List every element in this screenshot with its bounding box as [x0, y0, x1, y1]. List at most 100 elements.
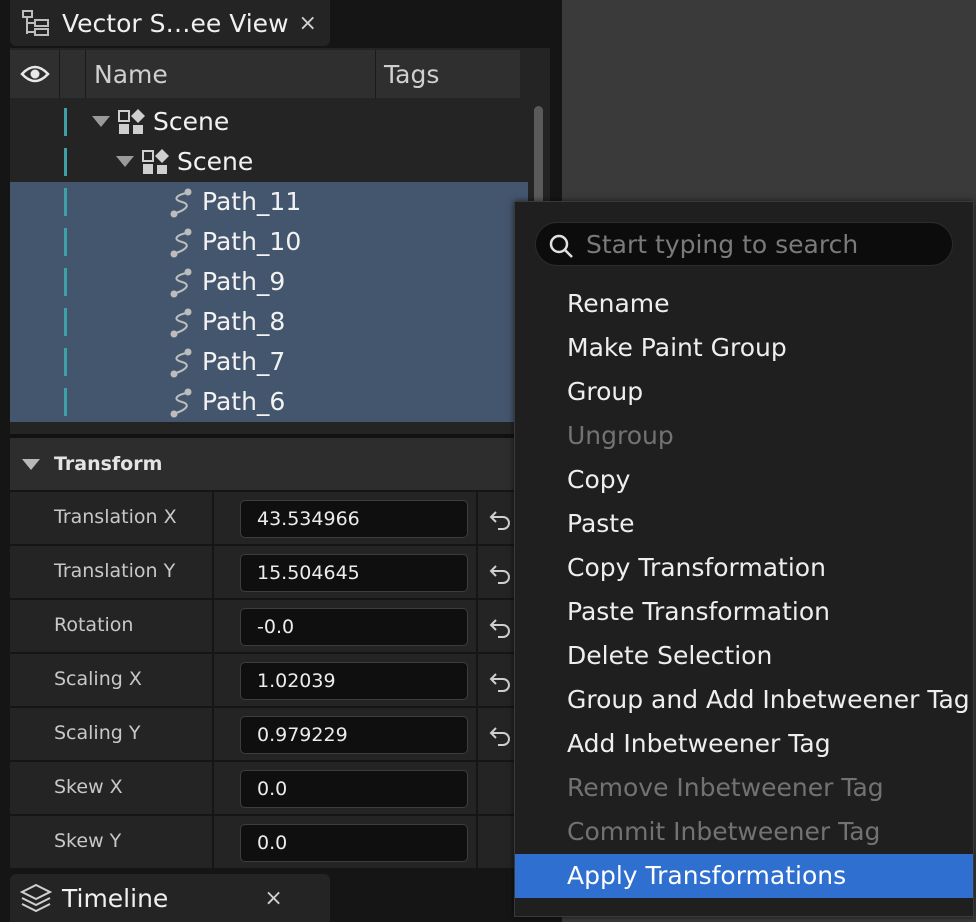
tree-row[interactable]: Path_10: [10, 222, 528, 262]
property-label: Skew X: [54, 776, 123, 798]
property-label: Translation Y: [54, 560, 176, 582]
indent-guide: [64, 228, 67, 256]
menu-item-group-and-add-inbetweener-tag[interactable]: Group and Add Inbetweener Tag: [515, 678, 973, 722]
expand-arrow-icon[interactable]: [92, 116, 110, 127]
tree-hierarchy-icon: [10, 0, 62, 46]
path-icon: [168, 268, 194, 302]
menu-item-make-paint-group[interactable]: Make Paint Group: [515, 326, 973, 370]
column-divider: [476, 654, 478, 706]
menu-item-copy[interactable]: Copy: [515, 458, 973, 502]
property-row: Skew X 0.0: [10, 762, 514, 814]
indent-guide: [64, 188, 67, 216]
menu-item-add-inbetweener-tag[interactable]: Add Inbetweener Tag: [515, 722, 973, 766]
tab-vector-scene-view[interactable]: Vector S…ee View ×: [10, 0, 330, 46]
tree-row-label: Path_10: [202, 227, 302, 256]
tree-row-label: Scene: [177, 147, 254, 176]
column-divider: [476, 600, 478, 652]
property-row: Translation X 43.534966: [10, 492, 514, 544]
tree-row-label: Scene: [153, 107, 230, 136]
tree-row-label: Path_8: [202, 307, 286, 336]
close-icon[interactable]: ×: [264, 886, 282, 911]
property-value-field[interactable]: 0.979229: [240, 716, 468, 754]
indent-guide: [64, 268, 67, 296]
tree-row[interactable]: Scene: [10, 102, 528, 142]
property-row: Translation Y 15.504645: [10, 546, 514, 598]
search-icon: [549, 234, 573, 258]
tree-row[interactable]: Path_9: [10, 262, 528, 302]
column-divider[interactable]: [212, 654, 214, 706]
column-divider[interactable]: [212, 600, 214, 652]
column-divider: [476, 546, 478, 598]
property-row: Rotation -0.0: [10, 600, 514, 652]
reset-to-default-icon[interactable]: [488, 614, 512, 638]
menu-item-remove-inbetweener-tag: Remove Inbetweener Tag: [567, 773, 884, 802]
expand-arrow-icon[interactable]: [116, 156, 134, 167]
property-label: Scaling X: [54, 668, 142, 690]
layers-icon: [10, 875, 62, 921]
tree-row[interactable]: Scene: [10, 142, 528, 182]
indent-guide: [64, 308, 67, 336]
column-spacer: [60, 50, 86, 98]
reset-to-default-icon[interactable]: [488, 668, 512, 692]
tree-row[interactable]: Path_6: [10, 382, 528, 422]
tree-row-label: Path_7: [202, 347, 286, 376]
indent-guide: [64, 348, 67, 376]
column-name[interactable]: Name: [86, 50, 376, 98]
scrollbar-thumb[interactable]: [534, 106, 543, 216]
property-row: Scaling X 1.02039: [10, 654, 514, 706]
menu-item-paste-transformation[interactable]: Paste Transformation: [515, 590, 973, 634]
close-icon[interactable]: ×: [299, 11, 317, 36]
tree-row[interactable]: Path_7: [10, 342, 528, 382]
search-input[interactable]: [586, 223, 946, 265]
tab-title: Timeline: [62, 883, 169, 913]
property-value-field[interactable]: 43.534966: [240, 500, 468, 538]
indent-guide: [64, 388, 67, 416]
property-label: Scaling Y: [54, 722, 141, 744]
property-value-field[interactable]: 15.504645: [240, 554, 468, 592]
indent-guide: [64, 148, 67, 176]
tree-row[interactable]: Path_11: [10, 182, 528, 222]
menu-item-paste[interactable]: Paste: [515, 502, 973, 546]
context-menu: RenameMake Paint GroupGroupUngroupCopyPa…: [514, 201, 974, 917]
property-value-field[interactable]: 0.0: [240, 770, 468, 808]
column-divider[interactable]: [212, 492, 214, 544]
column-divider[interactable]: [212, 708, 214, 760]
column-divider[interactable]: [212, 762, 214, 814]
indent-guide: [64, 108, 67, 136]
tree-row[interactable]: Path_8: [10, 302, 528, 342]
property-label: Translation X: [54, 506, 177, 528]
property-value-field[interactable]: 0.0: [240, 824, 468, 862]
property-value-field[interactable]: 1.02039: [240, 662, 468, 700]
menu-search[interactable]: [535, 222, 953, 266]
path-icon: [168, 308, 194, 342]
menu-item-apply-transformations[interactable]: Apply Transformations: [515, 854, 973, 898]
menu-item-rename[interactable]: Rename: [515, 282, 973, 326]
transform-section-header[interactable]: Transform: [10, 438, 514, 490]
property-row: Scaling Y 0.979229: [10, 708, 514, 760]
tab-timeline[interactable]: Timeline ×: [10, 874, 330, 922]
scene-icon: [118, 108, 148, 140]
tab-title: Vector S…ee View: [62, 8, 289, 38]
eye-icon[interactable]: [10, 50, 60, 98]
reset-to-default-icon[interactable]: [488, 560, 512, 584]
column-divider: [476, 492, 478, 544]
column-divider[interactable]: [212, 546, 214, 598]
path-icon: [168, 348, 194, 382]
menu-item-copy-transformation[interactable]: Copy Transformation: [515, 546, 973, 590]
column-divider: [476, 762, 478, 814]
property-label: Rotation: [54, 614, 134, 636]
column-divider: [476, 708, 478, 760]
reset-to-default-icon[interactable]: [488, 506, 512, 530]
column-tags[interactable]: Tags: [376, 50, 520, 98]
column-divider[interactable]: [212, 816, 214, 868]
property-value-field[interactable]: -0.0: [240, 608, 468, 646]
reset-to-default-icon[interactable]: [488, 722, 512, 746]
menu-item-delete-selection[interactable]: Delete Selection: [515, 634, 973, 678]
section-title: Transform: [54, 453, 163, 475]
column-divider: [476, 816, 478, 868]
property-label: Skew Y: [54, 830, 122, 852]
menu-item-group[interactable]: Group: [515, 370, 973, 414]
tree-row-label: Path_9: [202, 267, 286, 296]
scene-icon: [142, 148, 172, 180]
menu-item-commit-inbetweener-tag: Commit Inbetweener Tag: [567, 817, 881, 846]
